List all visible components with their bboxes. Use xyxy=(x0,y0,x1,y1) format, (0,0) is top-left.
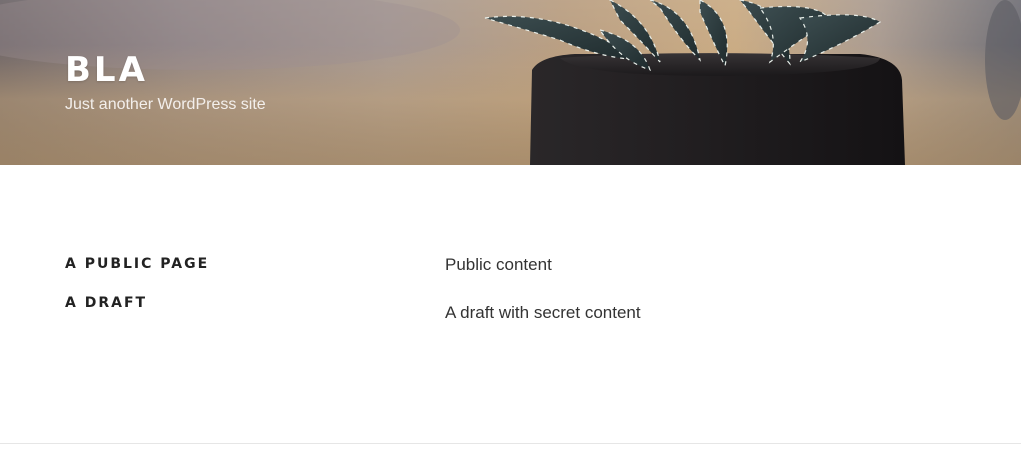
main-content: A PUBLIC PAGE Public content A DRAFT A d… xyxy=(0,165,1021,443)
post-content: A draft with secret content xyxy=(445,303,641,322)
site-title[interactable]: BLA xyxy=(65,50,148,90)
plant-pot xyxy=(530,53,905,165)
site-title-link[interactable]: BLA xyxy=(65,50,148,90)
header-image xyxy=(0,0,1021,165)
post-title-link[interactable]: A DRAFT xyxy=(65,295,147,311)
post-title-link[interactable]: A PUBLIC PAGE xyxy=(65,256,209,272)
post-title[interactable]: A PUBLIC PAGE xyxy=(65,255,209,273)
footer-divider xyxy=(0,443,1021,444)
site-header: BLA Just another WordPress site xyxy=(0,0,1021,165)
page: BLA Just another WordPress site A PUBLIC… xyxy=(0,0,1021,463)
post-content: Public content xyxy=(445,255,552,274)
post-title[interactable]: A DRAFT xyxy=(65,294,147,312)
site-description: Just another WordPress site xyxy=(65,96,266,113)
